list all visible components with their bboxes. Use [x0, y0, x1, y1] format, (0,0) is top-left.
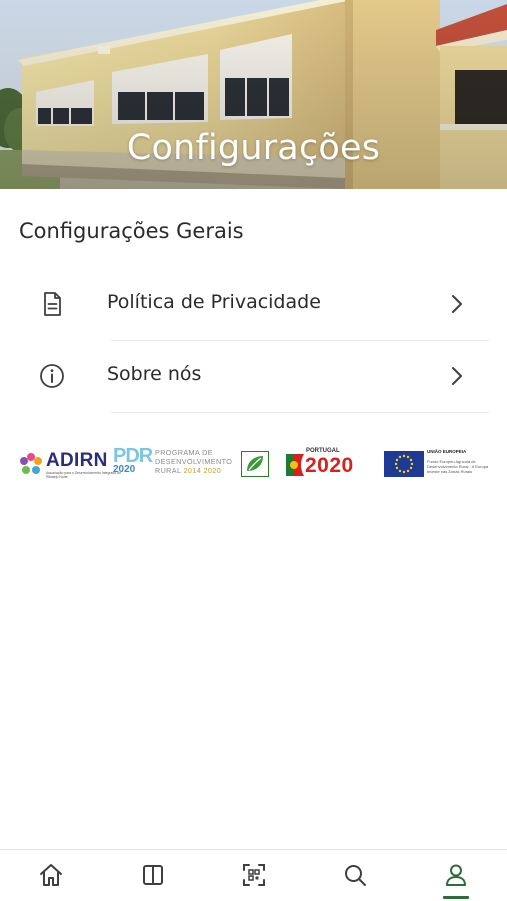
section-title: Configurações Gerais — [19, 219, 244, 243]
eu-text: Fundo Europeu Agrícola de Desenvolviment… — [427, 459, 489, 474]
privacy-policy-row[interactable]: Política de Privacidade — [0, 269, 507, 339]
nav-profile[interactable] — [405, 850, 506, 901]
eu-stars-icon — [394, 454, 414, 474]
document-icon — [44, 292, 61, 316]
pdr-mark-year: 2020 — [113, 464, 136, 475]
page-title: Configurações — [126, 128, 381, 168]
eu-flag-icon — [384, 451, 424, 477]
chevron-right-icon — [452, 295, 462, 313]
nav-search[interactable] — [304, 850, 405, 901]
qr-scan-icon — [243, 864, 265, 886]
user-icon — [446, 864, 466, 886]
adirn-name: ADIRN — [46, 450, 108, 471]
eu-heading: UNIÃO EUROPEIA — [427, 449, 467, 454]
nav-qr-scan[interactable] — [203, 850, 304, 901]
search-icon — [345, 865, 366, 886]
portugal-flag-icon — [286, 454, 304, 476]
privacy-policy-label: Política de Privacidade — [107, 291, 321, 313]
info-icon — [40, 364, 64, 388]
chevron-right-icon — [452, 367, 462, 385]
pdr-line1: PROGRAMA DE — [155, 448, 213, 457]
pdr-program-text: PROGRAMA DE DESENVOLVIMENTO RURAL 2014 2… — [155, 448, 232, 475]
bottom-navigation — [0, 849, 507, 901]
eu-logo: UNIÃO EUROPEIA Fundo Europeu Agrícola de… — [384, 443, 494, 485]
pdr-line2: DESENVOLVIMENTO — [155, 457, 233, 466]
home-icon — [40, 864, 62, 886]
leader-leaf-icon — [241, 451, 269, 477]
nav-home[interactable] — [0, 850, 101, 901]
pdr-years: 2014 2020 — [183, 466, 222, 475]
hero-banner: Configurações — [0, 0, 507, 189]
adirn-flower-icon — [20, 453, 42, 474]
portugal2020-logo: PORTUGAL 2020 — [284, 443, 374, 485]
nav-book[interactable] — [102, 850, 203, 901]
book-icon — [143, 865, 163, 885]
pdr-line3: RURAL — [155, 466, 182, 475]
about-us-label: Sobre nós — [107, 363, 202, 385]
active-tab-indicator — [443, 896, 469, 899]
partner-logos-strip: ADIRN Associação para o Desenvolvimento … — [0, 443, 507, 485]
pdr2020-logo: PDR 2020 PROGRAMA DE DESENVOLVIMENTO RUR… — [113, 443, 233, 485]
divider — [111, 412, 489, 413]
adirn-logo: ADIRN Associação para o Desenvolvimento … — [18, 443, 121, 485]
about-us-row[interactable]: Sobre nós — [0, 341, 507, 411]
portugal-year: 2020 — [305, 454, 354, 477]
leader-logo — [241, 443, 271, 485]
